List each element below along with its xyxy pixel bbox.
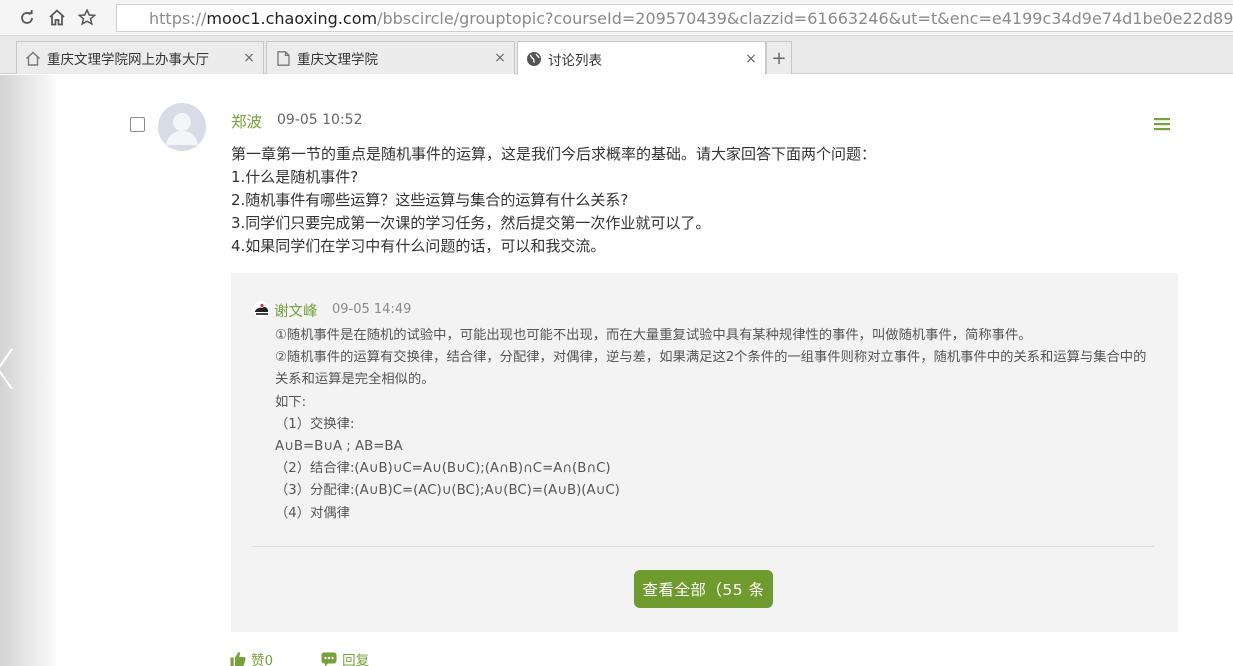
url-scheme: https:// bbox=[149, 8, 207, 28]
reply-author[interactable]: 谢文峰 bbox=[274, 300, 318, 321]
url-path: /bbscircle/grouptopic?courseId=209570439… bbox=[377, 8, 1233, 28]
reply-box: 谢文峰 09-05 14:49 ①随机事件是在随机的试验中，可能出现也可能不出现… bbox=[231, 273, 1178, 632]
tab-label: 讨论列表 bbox=[548, 52, 602, 69]
author-avatar[interactable] bbox=[158, 103, 206, 151]
reply-line: A∪B=B∪A ; AB=BA bbox=[275, 439, 403, 455]
post-actions: 赞0 回复 bbox=[230, 649, 417, 666]
tab-office-hall[interactable]: 重庆文理学院网上办事大厅 × bbox=[16, 41, 264, 74]
post-body: 第一章第一节的重点是随机事件的运算，这是我们今后求概率的基础。请大家回答下面两个… bbox=[231, 143, 876, 258]
reply-label: 回复 bbox=[342, 653, 370, 666]
globe-icon bbox=[526, 51, 542, 67]
star-icon bbox=[78, 9, 96, 26]
tab-label: 重庆文理学院 bbox=[297, 52, 378, 68]
url-host: mooc1.chaoxing.com bbox=[206, 8, 378, 28]
post-menu-button[interactable] bbox=[1146, 108, 1178, 140]
reload-button[interactable] bbox=[12, 4, 42, 32]
reply-line: ①随机事件是在随机的试验中，可能出现也可能不出现，而在大量重复试验中具有某种规律… bbox=[275, 328, 1032, 343]
reply-line: 如下: bbox=[275, 394, 307, 410]
tab-close-button[interactable]: × bbox=[743, 51, 759, 67]
reply-line: （3）分配律:(A∪B)C=(AC)∪(BC);A∪(BC)=(A∪B)(A∪C… bbox=[275, 483, 620, 499]
reply-line: （2）结合律:(A∪B)∪C=A∪(B∪C);(A∩B)∩C=A∩(B∩C) bbox=[275, 461, 611, 477]
tab-bar: 重庆文理学院网上办事大厅 × 重庆文理学院 × 讨论列表 × + bbox=[0, 36, 1233, 75]
reply-line: ②随机事件的运算有交换律，结合律，分配律，对偶律，逆与差，如果满足这2个条件的一… bbox=[275, 350, 1147, 366]
user-silhouette-icon bbox=[166, 113, 198, 145]
reply-line: 关系和运算是完全相似的。 bbox=[275, 372, 435, 388]
tab-discussion-list[interactable]: 讨论列表 × bbox=[517, 41, 766, 75]
bookmark-button[interactable] bbox=[72, 4, 102, 32]
post-line: 第一章第一节的重点是随机事件的运算，这是我们今后求概率的基础。请大家回答下面两个… bbox=[231, 145, 877, 163]
reply-button[interactable]: 回复 bbox=[321, 649, 369, 666]
thumbs-up-icon bbox=[230, 652, 246, 666]
tab-label: 重庆文理学院网上办事大厅 bbox=[47, 52, 209, 68]
page-content: 郑波 09-05 10:52 第一章第一节的重点是随机事件的运算，这是我们今后求… bbox=[0, 75, 1233, 666]
address-bar[interactable]: https://mooc1.chaoxing.com/bbscircle/gro… bbox=[116, 4, 1233, 32]
browser-toolbar: https://mooc1.chaoxing.com/bbscircle/gro… bbox=[0, 0, 1233, 36]
tab-close-button[interactable]: × bbox=[492, 50, 508, 66]
reply-line: （4）对偶律 bbox=[275, 505, 350, 521]
view-all-replies-button[interactable]: 查看全部（55 条 bbox=[634, 570, 773, 608]
post-time: 09-05 10:52 bbox=[277, 112, 363, 128]
reply-line: （1）交换律: bbox=[275, 416, 355, 432]
reply-avatar-image bbox=[253, 301, 270, 318]
toolbar-edge bbox=[0, 4, 12, 32]
document-icon bbox=[275, 50, 291, 66]
post-line: 2.随机事件有哪些运算？这些运算与集合的运算有什么关系? bbox=[231, 191, 629, 209]
tab-close-button[interactable]: × bbox=[241, 50, 257, 66]
reload-icon bbox=[21, 9, 33, 24]
tab-college[interactable]: 重庆文理学院 × bbox=[266, 41, 515, 74]
post-line: 3.同学们只要完成第一次课的学习任务，然后提交第一次作业就可以了。 bbox=[231, 214, 711, 232]
new-tab-button[interactable]: + bbox=[766, 41, 792, 74]
like-count: 赞0 bbox=[251, 653, 274, 666]
home-icon bbox=[49, 9, 65, 26]
post-author[interactable]: 郑波 bbox=[231, 110, 262, 132]
reply-divider bbox=[252, 546, 1154, 547]
chevron-left-icon[interactable] bbox=[0, 347, 14, 391]
hamburger-menu-icon bbox=[1154, 118, 1170, 131]
like-button[interactable]: 赞0 bbox=[230, 649, 273, 666]
select-post-checkbox[interactable] bbox=[130, 117, 145, 132]
home-icon bbox=[25, 50, 41, 66]
home-button[interactable] bbox=[42, 4, 72, 32]
comment-icon bbox=[321, 652, 337, 666]
post-line: 4.如果同学们在学习中有什么问题的话，可以和我交流。 bbox=[231, 237, 606, 255]
reply-time: 09-05 14:49 bbox=[332, 302, 412, 317]
post-line: 1.什么是随机事件? bbox=[231, 168, 359, 186]
reply-author-avatar[interactable] bbox=[253, 301, 270, 318]
reply-body: ①随机事件是在随机的试验中，可能出现也可能不出现，而在大量重复试验中具有某种规律… bbox=[275, 325, 1159, 525]
